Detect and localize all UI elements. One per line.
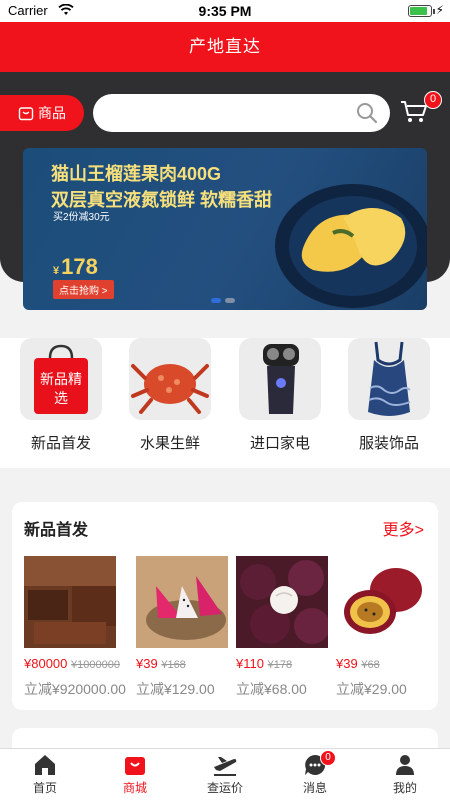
tab-home[interactable]: 首页	[0, 753, 90, 796]
tab-messages[interactable]: 0 消息	[270, 750, 360, 796]
product-price: ¥39 ¥68	[336, 656, 428, 671]
cart-button[interactable]: 0	[400, 91, 442, 130]
shaver-icon	[239, 338, 321, 420]
product-price: ¥80000 ¥1000000	[24, 656, 120, 671]
category-button-label: 商品	[38, 105, 66, 121]
tab-shop[interactable]: 商城	[90, 753, 180, 796]
discount-amount: 立减¥29.00	[336, 681, 407, 697]
search-row: 商品 0	[0, 91, 450, 133]
battery-icon	[408, 5, 435, 17]
product-price: ¥110 ¥178	[236, 656, 328, 671]
passion-fruit-image	[336, 556, 428, 648]
category-appliances[interactable]: 进口家电	[238, 338, 322, 453]
sale-price: ¥39	[136, 656, 158, 671]
profile-icon	[360, 753, 450, 779]
banner-pager[interactable]	[211, 290, 239, 308]
discount-amount: 立减¥68.00	[236, 681, 307, 697]
clock: 9:35 PM	[198, 3, 252, 19]
section-title: 新品首发	[24, 522, 89, 539]
banner-price: ¥178	[53, 254, 98, 280]
product-price: ¥39 ¥168	[136, 656, 228, 671]
category-bag-icon	[18, 107, 34, 121]
discount-amount: 立减¥920000.00	[24, 681, 126, 697]
tab-freight[interactable]: 查运价	[180, 753, 270, 796]
discount-amount: 立减¥129.00	[136, 681, 215, 697]
product-card[interactable]: ¥110 ¥178 立减¥68.00	[236, 556, 328, 699]
banner-dot[interactable]	[225, 298, 235, 303]
search-box[interactable]	[93, 94, 390, 132]
new-product-bag-icon: 新品精选	[20, 338, 102, 420]
sale-price: ¥39	[336, 656, 358, 671]
category-new-products[interactable]: 新品精选 新品首发	[19, 338, 103, 453]
tab-profile[interactable]: 我的	[360, 753, 450, 796]
original-price: ¥168	[161, 659, 186, 671]
more-link[interactable]: 更多>	[383, 516, 424, 540]
home-icon	[0, 753, 90, 779]
swimsuit-icon	[348, 338, 430, 420]
original-price: ¥68	[361, 659, 380, 671]
tab-label: 我的	[392, 781, 417, 795]
product-card[interactable]: ¥80000 ¥1000000 立减¥920000.00	[24, 556, 126, 699]
search-input[interactable]	[93, 94, 343, 132]
product-card[interactable]: ¥39 ¥68 立减¥29.00	[336, 556, 428, 699]
banner-offer: 买2份减30元	[53, 212, 110, 223]
category-fresh-fruit[interactable]: 水果生鲜	[128, 338, 212, 453]
category-label: 新品首发	[30, 435, 91, 452]
banner-price-value: 178	[61, 254, 98, 279]
new-products-section: 新品首发 更多> ¥80000 ¥1000000 立减¥920000.00 ¥3…	[12, 502, 438, 710]
banner-title: 猫山王榴莲果肉400G	[51, 164, 222, 184]
dragon-fruit-image	[136, 556, 228, 648]
banner-dot[interactable]	[211, 298, 221, 303]
tab-label: 消息	[302, 781, 327, 795]
plane-icon	[180, 753, 270, 779]
sale-price: ¥110	[236, 656, 264, 671]
promo-banner[interactable]: 猫山王榴莲果肉400G 双层真空液氮锁鲜 软糯香甜 买2份减30元 ¥178 点…	[23, 148, 427, 310]
shop-bag-icon	[90, 753, 180, 779]
original-price: ¥1000000	[71, 659, 120, 671]
message-count-badge: 0	[320, 750, 336, 766]
banner-price-symbol: ¥	[53, 265, 60, 277]
message-icon: 0	[270, 750, 360, 779]
wooden-furniture-image	[24, 556, 116, 648]
category-grid: 新品精选 新品首发 水果生鲜 进口家电 服装饰品	[0, 338, 450, 468]
original-price: ¥178	[267, 659, 293, 671]
sale-price: ¥80000	[24, 656, 68, 671]
cart-count-badge: 0	[424, 91, 442, 109]
category-label: 水果生鲜	[139, 435, 200, 452]
category-button[interactable]: 商品	[0, 95, 84, 131]
status-bar: Carrier 9:35 PM ⚡	[0, 0, 450, 22]
new-product-tile-text: 新品精选	[40, 371, 82, 406]
tab-label: 查运价	[206, 781, 243, 795]
tab-bar: 首页 商城 查运价 0 消息 我的	[0, 748, 450, 800]
mangosteen-image	[236, 556, 328, 648]
search-icon[interactable]	[356, 102, 378, 129]
tab-label: 首页	[32, 781, 57, 795]
banner-cta-button[interactable]: 点击抢购 >	[53, 280, 114, 299]
durian-image	[273, 178, 427, 310]
product-card[interactable]: ¥39 ¥168 立减¥129.00	[136, 556, 228, 699]
page-title: 产地直达	[0, 22, 450, 72]
category-label: 服装饰品	[358, 435, 419, 452]
category-apparel[interactable]: 服装饰品	[347, 338, 431, 453]
charging-icon: ⚡	[435, 3, 444, 17]
crab-icon	[129, 338, 211, 420]
tab-label: 商城	[122, 781, 147, 795]
category-label: 进口家电	[249, 435, 310, 452]
